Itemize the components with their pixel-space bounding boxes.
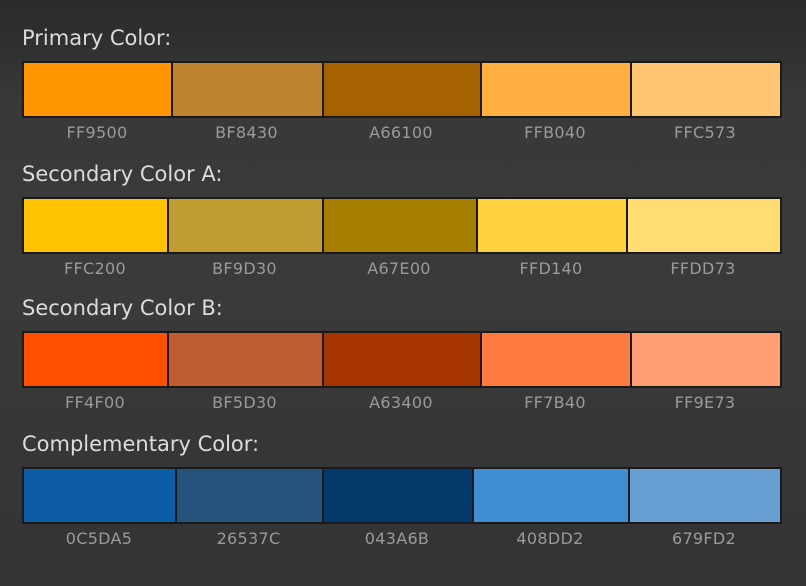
hex-label: FF9E73	[674, 393, 736, 412]
color-swatch[interactable]	[482, 333, 630, 386]
hex-label: BF8430	[215, 123, 278, 142]
swatch-row	[22, 331, 782, 388]
color-swatch[interactable]	[628, 199, 780, 252]
color-swatch[interactable]	[482, 63, 630, 116]
color-swatch[interactable]	[478, 199, 626, 252]
hex-label: 26537C	[216, 529, 281, 548]
color-swatch[interactable]	[177, 469, 322, 522]
color-swatch[interactable]	[173, 63, 322, 116]
hex-label: FF9500	[66, 123, 128, 142]
hex-label: FFB040	[524, 123, 586, 142]
hex-label: FF4F00	[65, 393, 125, 412]
color-swatch[interactable]	[24, 333, 167, 386]
color-swatch[interactable]	[324, 469, 472, 522]
hex-label: A63400	[369, 393, 433, 412]
hex-label: FF7B40	[524, 393, 586, 412]
color-swatch[interactable]	[630, 469, 780, 522]
hex-label: 0C5DA5	[65, 529, 133, 548]
hex-label: FFC200	[64, 259, 126, 278]
color-swatch[interactable]	[632, 333, 780, 386]
color-swatch[interactable]	[324, 333, 480, 386]
color-swatch[interactable]	[24, 199, 167, 252]
hex-label: A66100	[369, 123, 433, 142]
group-title: Primary Color:	[22, 26, 172, 50]
color-swatch[interactable]	[169, 333, 322, 386]
group-title: Secondary Color A:	[22, 162, 223, 186]
hex-label: BF5D30	[212, 393, 277, 412]
color-swatch[interactable]	[324, 199, 476, 252]
color-swatch[interactable]	[474, 469, 628, 522]
hex-label: FFC573	[674, 123, 736, 142]
hex-label: FFD140	[519, 259, 583, 278]
color-swatch[interactable]	[24, 63, 171, 116]
hex-label: 043A6B	[364, 529, 430, 548]
color-swatch[interactable]	[632, 63, 780, 116]
hex-label: 408DD2	[516, 529, 584, 548]
hex-label: 679FD2	[671, 529, 737, 548]
swatch-row	[22, 467, 782, 524]
swatch-row	[22, 197, 782, 254]
color-swatch[interactable]	[169, 199, 322, 252]
hex-label: BF9D30	[212, 259, 277, 278]
group-title: Complementary Color:	[22, 432, 260, 456]
hex-label: A67E00	[367, 259, 431, 278]
swatch-row	[22, 61, 782, 118]
group-title: Secondary Color B:	[22, 296, 223, 320]
color-swatch[interactable]	[324, 63, 480, 116]
hex-label: FFDD73	[670, 259, 736, 278]
color-swatch[interactable]	[24, 469, 175, 522]
